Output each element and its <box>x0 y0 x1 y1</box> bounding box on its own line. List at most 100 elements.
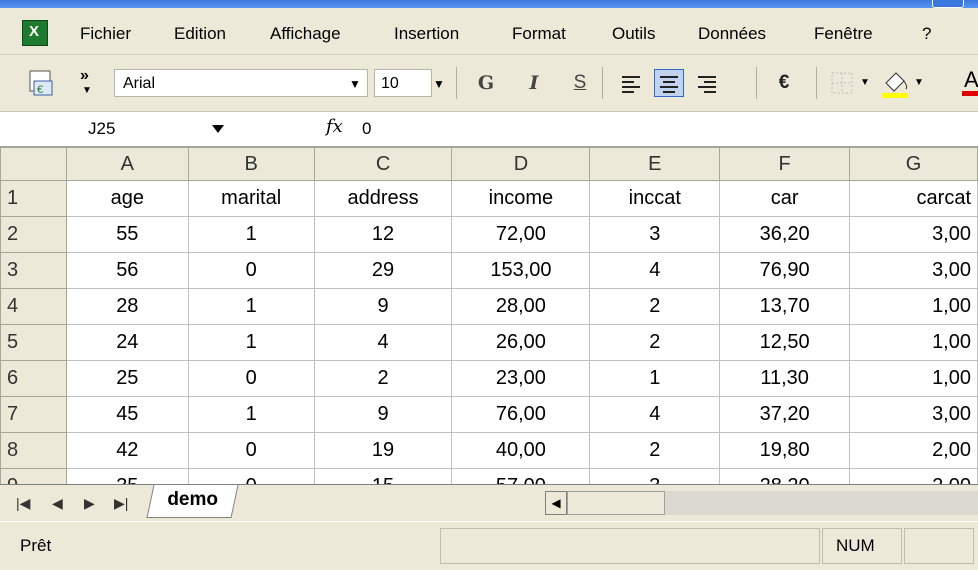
euro-icon[interactable]: € <box>770 69 798 97</box>
cell[interactable]: 4 <box>313 324 453 361</box>
cell[interactable]: 1 <box>187 324 315 361</box>
menu-affichage[interactable]: Affichage <box>270 24 341 44</box>
font-size-select[interactable]: 10 <box>374 69 432 97</box>
cell[interactable]: 29 <box>313 252 453 289</box>
cell[interactable]: inccat <box>589 180 721 217</box>
cell[interactable]: 2 <box>589 288 721 325</box>
cell[interactable]: 55 <box>65 216 189 253</box>
menu-fichier[interactable]: Fichier <box>80 24 131 44</box>
last-sheet-icon[interactable]: ▶| <box>114 495 128 512</box>
window-button[interactable] <box>932 0 964 8</box>
prev-sheet-icon[interactable]: ◀ <box>52 495 63 512</box>
cell[interactable]: 3 <box>589 216 721 253</box>
row-header[interactable]: 6 <box>0 360 67 397</box>
scroll-left-icon[interactable]: ◀ <box>545 491 567 515</box>
cell[interactable]: 56 <box>65 252 189 289</box>
cell[interactable]: 76,00 <box>451 396 591 433</box>
cell[interactable]: 1 <box>187 288 315 325</box>
scrollbar-thumb[interactable] <box>567 491 665 515</box>
align-right-icon[interactable] <box>692 69 722 97</box>
cell[interactable]: 1,00 <box>849 288 978 325</box>
row-header[interactable]: 7 <box>0 396 67 433</box>
cell[interactable]: 2 <box>589 324 721 361</box>
cell[interactable]: 0 <box>187 432 315 469</box>
cell[interactable]: 2,00 <box>849 468 978 484</box>
row-header[interactable]: 3 <box>0 252 67 289</box>
cell[interactable]: 23,00 <box>451 360 591 397</box>
align-center-icon[interactable] <box>654 69 684 97</box>
next-sheet-icon[interactable]: ▶ <box>84 495 95 512</box>
cell[interactable]: 26,00 <box>451 324 591 361</box>
size-dropdown-arrow-icon[interactable]: ▼ <box>432 77 446 91</box>
row-header[interactable]: 5 <box>0 324 67 361</box>
cell[interactable]: 4 <box>589 396 721 433</box>
cell[interactable]: 3,00 <box>849 396 978 433</box>
cell[interactable]: 1 <box>589 360 721 397</box>
cell[interactable]: 2 <box>589 432 721 469</box>
fx-icon[interactable]: fx <box>326 116 343 137</box>
menu-fenetre[interactable]: Fenêtre <box>814 24 873 44</box>
sheet-tab-demo[interactable]: demo <box>146 485 239 518</box>
cell[interactable]: 1,00 <box>849 324 978 361</box>
menu-edition[interactable]: Edition <box>174 24 226 44</box>
borders-dropdown-icon[interactable]: ▼ <box>860 77 870 88</box>
menu-donnees[interactable]: Données <box>698 24 766 44</box>
cell[interactable]: 1 <box>187 396 315 433</box>
cell[interactable]: 15 <box>313 468 453 484</box>
menu-insertion[interactable]: Insertion <box>394 24 459 44</box>
cell[interactable]: 35 <box>65 468 189 484</box>
menu-help[interactable]: ? <box>922 24 931 44</box>
cell[interactable]: 11,30 <box>719 360 851 397</box>
cell[interactable]: 153,00 <box>451 252 591 289</box>
font-name-select[interactable]: Arial <box>114 69 368 97</box>
cell[interactable]: 45 <box>65 396 189 433</box>
menu-outils[interactable]: Outils <box>612 24 655 44</box>
row-header[interactable]: 1 <box>0 180 67 217</box>
cell[interactable]: income <box>451 180 591 217</box>
column-header-b[interactable]: B <box>187 147 315 181</box>
first-sheet-icon[interactable]: |◀ <box>16 495 30 512</box>
excel-app-icon[interactable] <box>22 20 48 46</box>
fill-color-icon[interactable] <box>878 65 912 99</box>
underline-button[interactable]: S <box>566 69 594 97</box>
cell[interactable]: 36,20 <box>719 216 851 253</box>
cell[interactable]: 9 <box>313 396 453 433</box>
cell[interactable]: 72,00 <box>451 216 591 253</box>
cell[interactable]: 2 <box>313 360 453 397</box>
cell[interactable]: 3,00 <box>849 252 978 289</box>
column-header-a[interactable]: A <box>65 147 189 181</box>
column-header-c[interactable]: C <box>313 147 453 181</box>
cell[interactable]: 3 <box>589 468 721 484</box>
row-header[interactable]: 9 <box>0 468 67 484</box>
cell[interactable]: 19 <box>313 432 453 469</box>
cell[interactable]: 3,00 <box>849 216 978 253</box>
cell[interactable]: 1,00 <box>849 360 978 397</box>
cell[interactable]: 12,50 <box>719 324 851 361</box>
borders-icon[interactable] <box>830 71 854 95</box>
cell[interactable]: 4 <box>589 252 721 289</box>
cell[interactable]: 28 <box>65 288 189 325</box>
cell[interactable]: 0 <box>187 468 315 484</box>
fill-dropdown-icon[interactable]: ▼ <box>914 77 924 88</box>
bold-button[interactable]: G <box>472 69 500 97</box>
cell[interactable]: 28,00 <box>451 288 591 325</box>
view-icon[interactable]: € <box>28 69 56 97</box>
cell[interactable]: 19,80 <box>719 432 851 469</box>
cell[interactable]: 9 <box>313 288 453 325</box>
font-dropdown-arrow-icon[interactable]: ▼ <box>348 77 362 91</box>
cell[interactable]: 37,20 <box>719 396 851 433</box>
cell[interactable]: 57,00 <box>451 468 591 484</box>
italic-button[interactable]: I <box>520 69 548 97</box>
column-header-g[interactable]: G <box>849 147 978 181</box>
cell[interactable]: 12 <box>313 216 453 253</box>
cell[interactable]: 28,20 <box>719 468 851 484</box>
chevrons-icon[interactable]: » <box>80 67 89 85</box>
cell[interactable]: address <box>313 180 453 217</box>
row-header[interactable]: 2 <box>0 216 67 253</box>
cell[interactable]: 1 <box>187 216 315 253</box>
column-header-d[interactable]: D <box>451 147 591 181</box>
cell[interactable]: 25 <box>65 360 189 397</box>
font-color-icon[interactable]: A <box>932 65 978 99</box>
toolbar-options-arrow-icon[interactable]: ▼ <box>82 85 92 96</box>
align-left-icon[interactable] <box>616 69 646 97</box>
